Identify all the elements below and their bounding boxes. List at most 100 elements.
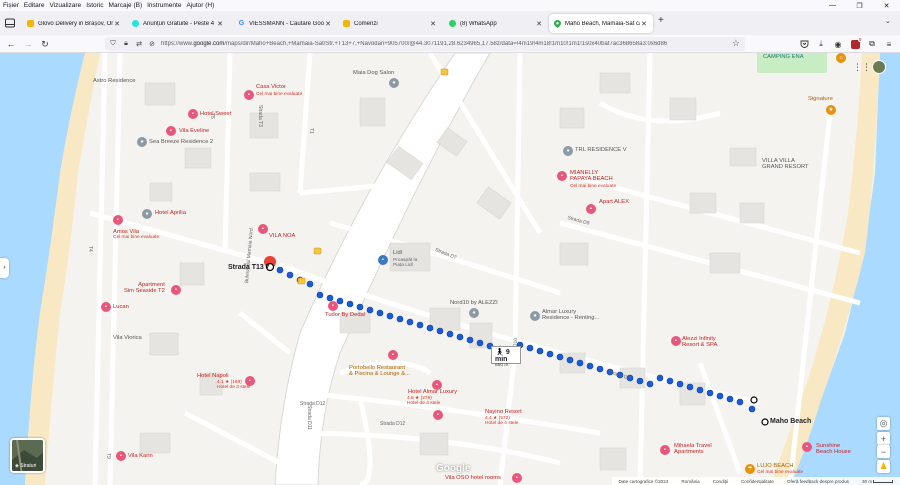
place-label-hotel-aprilia[interactable]: Hotel Aprilia: [155, 210, 186, 216]
building-pin-icon[interactable]: ●: [530, 311, 540, 321]
hotel-pin-icon[interactable]: ▪: [113, 215, 123, 225]
forward-icon[interactable]: →: [22, 38, 34, 50]
tab-close-icon[interactable]: ✕: [640, 20, 648, 28]
place-label-vila-viorica[interactable]: Vila Viorica: [113, 335, 142, 341]
hotel-pin-icon[interactable]: ▪: [188, 109, 198, 119]
zoom-out-button[interactable]: −: [877, 445, 890, 458]
place-label-camping-ena[interactable]: CAMPING ENA: [763, 54, 804, 60]
hotel-pin-icon[interactable]: ▪: [433, 410, 443, 420]
building-pin-icon[interactable]: ●: [142, 209, 152, 219]
bookmark-star-icon[interactable]: ☆: [732, 38, 740, 49]
place-label-tudor[interactable]: Tudor By Dedal: [325, 312, 365, 318]
menu-hamburger-icon[interactable]: ≡: [883, 38, 895, 50]
footer-country[interactable]: România: [681, 479, 699, 484]
map-canvas[interactable]: ⌂ CAMPING ENA ● Maia Dog Salon Astro Res…: [0, 53, 900, 485]
place-label-mihaela[interactable]: Mihaela Travel Apartments: [674, 443, 712, 456]
url-bar[interactable]: ⛉ 🔒︎ ⇄ ⊘ https://www.google.com/maps/dir…: [105, 37, 745, 51]
building-pin-icon[interactable]: ●: [563, 146, 573, 156]
end-location-label[interactable]: Maho Beach: [770, 418, 811, 425]
menu-history[interactable]: Istoric: [84, 2, 106, 9]
tab-close-icon[interactable]: ✕: [535, 20, 543, 28]
hotel-pin-icon[interactable]: ▪: [328, 301, 338, 311]
hotel-pin-icon[interactable]: ▪: [512, 473, 522, 483]
maximize-button[interactable]: ❐: [846, 0, 873, 11]
hotel-pin-icon[interactable]: ▪: [586, 204, 596, 214]
menu-tools[interactable]: Instrumente: [145, 2, 184, 9]
zoom-in-button[interactable]: +: [877, 432, 890, 445]
pet-pin-icon[interactable]: ●: [389, 78, 399, 88]
place-label-sunshine[interactable]: Sunshine Beach House: [816, 443, 851, 456]
hotel-pin-icon[interactable]: ▪: [258, 224, 268, 234]
place-label-mianelly[interactable]: MIANELLY PAPAYA BEACH: [570, 170, 613, 183]
end-marker-icon[interactable]: [761, 418, 769, 426]
place-label-hotel-almar[interactable]: Hotel Almar Luxury: [408, 389, 457, 395]
google-apps-grid-icon[interactable]: ⋮⋮: [853, 62, 871, 73]
minimize-button[interactable]: —: [819, 0, 846, 11]
shield-icon[interactable]: ⛉: [108, 40, 118, 48]
tab-glovo[interactable]: Glovo Delivery in Brașov, Order Fo ✕: [22, 14, 126, 33]
hotel-pin-icon[interactable]: ▪: [802, 442, 812, 452]
place-label-nord10[interactable]: Nord10 by ALEZZI: [450, 300, 498, 306]
place-label-vila-eveline[interactable]: Vila Eveline: [179, 128, 209, 134]
tab-close-icon[interactable]: ✕: [113, 20, 121, 28]
building-pin-icon[interactable]: ●: [137, 137, 147, 147]
place-label-trl-residence[interactable]: TRL RESIDENCE V: [575, 147, 627, 153]
restaurant-pin-icon[interactable]: ▪: [388, 350, 398, 360]
account-avatar[interactable]: [872, 60, 886, 74]
start-location-label[interactable]: Strada T13 7: [228, 264, 270, 271]
hotel-pin-icon[interactable]: ▪: [244, 90, 254, 100]
place-label-vila-karin[interactable]: Vila Karin: [128, 453, 153, 459]
footer-privacy-link[interactable]: Confidențialitate: [741, 479, 774, 484]
list-all-tabs-icon[interactable]: ⌄: [885, 17, 891, 25]
hotel-pin-icon[interactable]: ▪: [671, 336, 681, 346]
place-label-vila-noa[interactable]: VILA NOA: [269, 233, 295, 239]
location-off-icon[interactable]: ⊘: [147, 40, 157, 48]
shopping-pin-icon[interactable]: ▪: [378, 255, 388, 265]
tab-close-icon[interactable]: ✕: [216, 20, 224, 28]
downloads-icon[interactable]: ⤓: [815, 38, 827, 50]
place-label-nayino[interactable]: Nayino Resort: [485, 409, 522, 415]
tab-google-maps[interactable]: Maho Beach, Mamaia-Sat către Str ✕: [549, 14, 653, 33]
new-tab-button[interactable]: +: [658, 15, 664, 26]
menu-help[interactable]: Ajutor (H): [184, 2, 217, 9]
place-label-lujo[interactable]: LUJO BEACH: [757, 463, 793, 469]
beach-pin-icon[interactable]: ☂: [745, 464, 755, 474]
footer-scale[interactable]: 30 m: [862, 479, 894, 484]
place-label-lidl[interactable]: Lidl: [393, 250, 402, 256]
place-label-astro-residence[interactable]: Astro Residence: [93, 78, 136, 84]
footer-terms-link[interactable]: Condiții: [713, 479, 728, 484]
place-label-hotel-napoli[interactable]: Hotel Napoli: [197, 373, 229, 379]
place-label-casa-victor[interactable]: Casa Victor: [256, 84, 286, 90]
hotel-pin-icon[interactable]: ▪: [116, 451, 126, 461]
tab-comenzi[interactable]: Comenzi ✕: [338, 14, 442, 33]
permissions-icon[interactable]: ⇄: [134, 40, 144, 48]
menu-view[interactable]: Vizualizare: [47, 2, 84, 9]
extension-badge-icon[interactable]: 9: [849, 36, 863, 50]
building-pin-icon[interactable]: ●: [469, 308, 479, 318]
tab-close-icon[interactable]: ✕: [429, 20, 437, 28]
place-label-hotel-sweet[interactable]: Hotel Sweet: [200, 111, 231, 117]
route-time-box[interactable]: 🚶︎ 9 min 650 m: [491, 346, 521, 368]
place-label-lucan[interactable]: Lucan: [113, 304, 129, 310]
menu-file[interactable]: Fișier: [0, 2, 21, 9]
tab-google-search[interactable]: G VIESSMANN - Căutare Google ✕: [233, 14, 337, 33]
account-icon[interactable]: ◉: [832, 38, 844, 50]
back-icon[interactable]: ←: [5, 38, 17, 50]
place-label-portobello[interactable]: Portobello Restaurant & Piscina & Lounge…: [349, 365, 410, 378]
camping-pin-icon[interactable]: ⌂: [836, 53, 846, 63]
hotel-pin-icon[interactable]: ▪: [171, 285, 181, 295]
place-label-apart-alex[interactable]: Apart ALEX: [599, 199, 629, 205]
url-text[interactable]: https://www.google.com/maps/dir/Maho+Bea…: [161, 41, 726, 47]
my-location-icon[interactable]: ◎: [877, 417, 890, 430]
pocket-icon[interactable]: [798, 38, 810, 50]
place-label-vila-oso[interactable]: Vila OSO hotel rooms: [445, 475, 501, 481]
hotel-pin-icon[interactable]: ▪: [166, 126, 176, 136]
star-pin-icon[interactable]: ★: [826, 105, 836, 115]
layers-button[interactable]: ◈ Straturi: [10, 438, 45, 473]
place-label-sea-breeze[interactable]: Sea Breeze Residence 2: [149, 139, 213, 145]
tab-close-icon[interactable]: ✕: [324, 20, 332, 28]
firefox-view-icon[interactable]: [4, 16, 16, 28]
hotel-pin-icon[interactable]: ▪: [660, 445, 670, 455]
place-label-almar-residence[interactable]: Almar Luxury Residence - Renting...: [542, 309, 599, 322]
menu-edit[interactable]: Editare: [21, 2, 47, 9]
